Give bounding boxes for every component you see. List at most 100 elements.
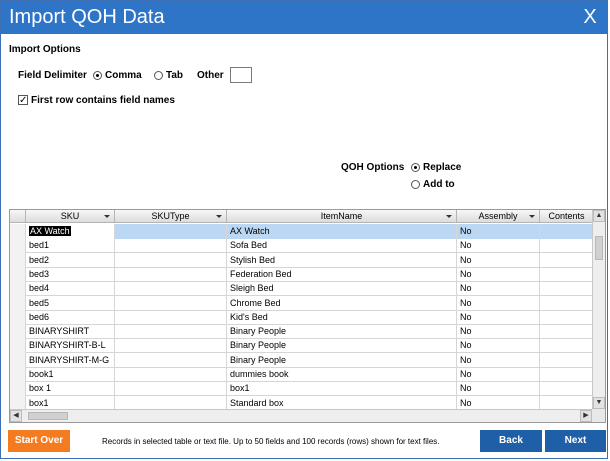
table-cell-sku[interactable]: bed6 xyxy=(26,309,115,325)
table-cell-itemname[interactable]: Binary People xyxy=(227,338,457,354)
table-cell-skutype[interactable] xyxy=(115,224,227,239)
table-cell-itemname[interactable]: Kid's Bed xyxy=(227,309,457,325)
table-cell-sku[interactable]: BINARYSHIRT xyxy=(26,324,115,340)
table-cell-skutype[interactable] xyxy=(115,381,227,397)
table-cell-contents[interactable] xyxy=(540,224,593,239)
table-cell-sku[interactable]: bed2 xyxy=(26,252,115,268)
table-cell-itemname[interactable]: Chrome Bed xyxy=(227,295,457,311)
table-cell-skutype[interactable] xyxy=(115,309,227,325)
row-selector[interactable] xyxy=(10,266,26,282)
table-cell-assembly[interactable]: No xyxy=(457,224,540,239)
other-delimiter-input[interactable] xyxy=(230,67,252,83)
scroll-down-icon[interactable]: ▼ xyxy=(593,397,605,409)
table-cell-skutype[interactable] xyxy=(115,266,227,282)
tab-label[interactable]: Tab xyxy=(166,70,183,81)
table-cell-skutype[interactable] xyxy=(115,352,227,368)
table-cell-assembly[interactable]: No xyxy=(457,338,540,354)
add-to-radio[interactable] xyxy=(411,180,420,189)
first-row-checkbox[interactable]: ✓ xyxy=(18,95,28,106)
table-cell-itemname[interactable]: Federation Bed xyxy=(227,266,457,282)
chevron-down-icon[interactable] xyxy=(216,215,222,218)
close-icon[interactable]: X xyxy=(579,5,601,29)
table-row[interactable]: bed2 Stylish Bed No xyxy=(10,252,593,268)
table-cell-contents[interactable] xyxy=(540,238,593,253)
row-selector[interactable] xyxy=(10,224,26,239)
table-cell-contents[interactable] xyxy=(540,310,593,325)
table-cell-itemname[interactable]: Stylish Bed xyxy=(227,252,457,268)
horizontal-scroll-thumb[interactable] xyxy=(28,412,68,420)
row-selector[interactable] xyxy=(10,324,26,340)
row-selector[interactable] xyxy=(10,338,26,354)
comma-radio[interactable] xyxy=(93,71,102,80)
table-cell-assembly[interactable]: No xyxy=(457,367,540,382)
row-selector[interactable] xyxy=(10,381,26,397)
chevron-down-icon[interactable] xyxy=(529,215,535,218)
scroll-up-icon[interactable]: ▲ xyxy=(593,210,605,222)
table-cell-itemname[interactable]: dummies book xyxy=(227,367,457,382)
vertical-scroll-thumb[interactable] xyxy=(595,236,603,260)
column-header-sku[interactable]: SKU xyxy=(26,210,115,223)
comma-label[interactable]: Comma xyxy=(105,70,142,81)
table-cell-assembly[interactable]: No xyxy=(457,324,540,340)
table-cell-sku[interactable]: AX Watch xyxy=(26,224,115,239)
table-cell-contents[interactable] xyxy=(540,296,593,311)
chevron-down-icon[interactable] xyxy=(446,215,452,218)
column-header-skutype[interactable]: SKUType xyxy=(115,210,227,223)
table-cell-contents[interactable] xyxy=(540,338,593,353)
chevron-down-icon[interactable] xyxy=(104,215,110,218)
table-row[interactable]: AX Watch AX Watch No xyxy=(10,224,593,239)
table-row[interactable]: book1 dummies book No xyxy=(10,367,593,382)
next-button[interactable]: Next xyxy=(545,430,606,452)
table-cell-skutype[interactable] xyxy=(115,367,227,382)
table-cell-itemname[interactable]: Binary People xyxy=(227,352,457,368)
table-cell-sku[interactable]: BINARYSHIRT-B-L xyxy=(26,338,115,354)
table-cell-skutype[interactable] xyxy=(115,238,227,254)
table-row[interactable]: BINARYSHIRT-M-G Binary People No xyxy=(10,352,593,368)
table-cell-contents[interactable] xyxy=(540,367,593,382)
table-row[interactable]: bed5 Chrome Bed No xyxy=(10,295,593,311)
row-selector[interactable] xyxy=(10,352,26,368)
back-button[interactable]: Back xyxy=(480,430,542,452)
table-cell-sku[interactable]: book1 xyxy=(26,367,115,382)
replace-radio[interactable] xyxy=(411,163,420,172)
table-cell-assembly[interactable]: No xyxy=(457,309,540,325)
table-cell-sku[interactable]: bed4 xyxy=(26,281,115,297)
table-cell-assembly[interactable]: No xyxy=(457,238,540,254)
table-cell-contents[interactable] xyxy=(540,281,593,296)
table-cell-contents[interactable] xyxy=(540,267,593,282)
row-selector[interactable] xyxy=(10,295,26,311)
scroll-right-icon[interactable]: ▶ xyxy=(580,410,592,422)
table-row[interactable]: bed4 Sleigh Bed No xyxy=(10,281,593,297)
table-cell-assembly[interactable]: No xyxy=(457,381,540,397)
table-cell-assembly[interactable]: No xyxy=(457,252,540,268)
table-cell-assembly[interactable]: No xyxy=(457,352,540,368)
table-cell-skutype[interactable] xyxy=(115,324,227,340)
table-cell-contents[interactable] xyxy=(540,253,593,268)
start-over-button[interactable]: Start Over xyxy=(8,430,70,452)
table-cell-sku[interactable]: bed5 xyxy=(26,295,115,311)
add-to-label[interactable]: Add to xyxy=(423,179,455,190)
table-cell-contents[interactable] xyxy=(540,324,593,339)
row-selector[interactable] xyxy=(10,367,26,382)
table-cell-itemname[interactable]: Sofa Bed xyxy=(227,238,457,254)
table-cell-sku[interactable]: BINARYSHIRT-M-G xyxy=(26,352,115,368)
table-row[interactable]: bed1 Sofa Bed No xyxy=(10,238,593,254)
table-cell-sku[interactable]: bed3 xyxy=(26,266,115,282)
table-cell-itemname[interactable]: Binary People xyxy=(227,324,457,340)
column-header-contents[interactable]: Contents xyxy=(540,210,593,223)
scroll-left-icon[interactable]: ◀ xyxy=(10,410,22,422)
column-header-itemname[interactable]: ItemName xyxy=(227,210,457,223)
table-row[interactable]: box 1 box1 No xyxy=(10,381,593,397)
table-cell-skutype[interactable] xyxy=(115,252,227,268)
table-cell-contents[interactable] xyxy=(540,381,593,396)
table-cell-itemname[interactable]: box1 xyxy=(227,381,457,397)
row-selector[interactable] xyxy=(10,281,26,297)
table-cell-assembly[interactable]: No xyxy=(457,295,540,311)
column-header-assembly[interactable]: Assembly xyxy=(457,210,540,223)
table-row[interactable]: BINARYSHIRT Binary People No xyxy=(10,324,593,340)
table-row[interactable]: bed3 Federation Bed No xyxy=(10,266,593,282)
table-cell-sku[interactable]: bed1 xyxy=(26,238,115,254)
replace-label[interactable]: Replace xyxy=(423,162,461,173)
row-selector[interactable] xyxy=(10,238,26,254)
row-selector[interactable] xyxy=(10,309,26,325)
